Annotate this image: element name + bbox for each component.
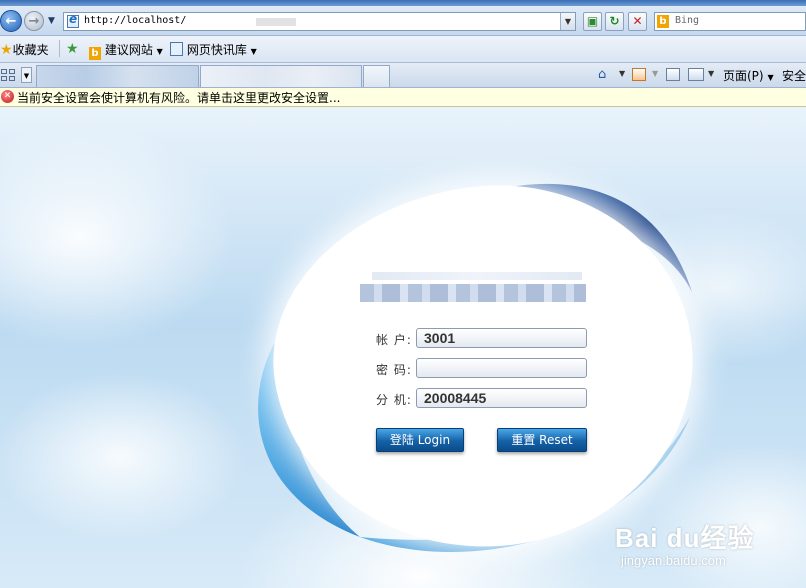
tab-active[interactable] bbox=[36, 65, 199, 87]
address-redacted bbox=[256, 18, 296, 26]
extension-label: 分 机: bbox=[376, 393, 412, 407]
suggested-sites-label: 建议网站 bbox=[104, 43, 153, 57]
bing-icon: b bbox=[89, 47, 101, 60]
mail-icon[interactable] bbox=[666, 68, 680, 81]
web-slice-label: 网页快讯库 bbox=[186, 43, 247, 57]
rss-feed-icon[interactable] bbox=[632, 68, 646, 81]
back-arrow-icon: ← bbox=[5, 13, 17, 29]
chevron-down-icon[interactable]: ▼ bbox=[708, 69, 714, 78]
chevron-down-icon: ▼ bbox=[156, 47, 163, 56]
divider bbox=[59, 40, 60, 57]
quick-tabs-icon[interactable] bbox=[0, 67, 18, 83]
ie-page-icon bbox=[67, 12, 79, 28]
password-input[interactable] bbox=[416, 358, 587, 378]
watermark-site: jingyan.baidu.com bbox=[621, 553, 726, 568]
account-input[interactable]: 3001 bbox=[416, 328, 587, 348]
page-menu-label: 页面(P) bbox=[723, 69, 764, 83]
chevron-down-icon: ▼ bbox=[23, 72, 30, 80]
address-url[interactable]: http://localhost/ bbox=[84, 15, 186, 26]
company-logo-redacted-top bbox=[372, 272, 582, 280]
stop-button[interactable]: ✕ bbox=[628, 12, 647, 31]
forward-arrow-icon: → bbox=[28, 13, 40, 29]
chevron-down-icon[interactable]: ▼ bbox=[619, 69, 625, 78]
close-icon: ✕ bbox=[632, 14, 643, 28]
company-logo-redacted bbox=[360, 284, 586, 302]
bing-icon: b bbox=[657, 15, 669, 28]
search-input[interactable]: Bing bbox=[675, 15, 699, 26]
favorites-button[interactable]: ★收藏夹 bbox=[0, 41, 49, 58]
new-tab-button[interactable] bbox=[363, 65, 390, 87]
add-favorite-button[interactable]: ★ bbox=[66, 41, 79, 57]
web-slice-gallery-button[interactable]: 网页快讯库 ▼ bbox=[170, 41, 257, 58]
safety-menu[interactable]: 安全 bbox=[782, 67, 806, 84]
watermark-brand: Bai du经验 bbox=[615, 523, 755, 553]
information-bar-text[interactable]: 当前安全设置会使计算机有风险。请单击这里更改安全设置... bbox=[17, 89, 340, 106]
security-warning-icon: ✕ bbox=[1, 90, 14, 103]
forward-button[interactable]: → bbox=[24, 11, 44, 31]
navigation-bar: ← → ▼ http://localhost/ ▼ ▣ ↻ ✕ b Bing bbox=[0, 6, 806, 36]
favorites-label: 收藏夹 bbox=[12, 43, 49, 57]
chevron-down-icon: ▼ bbox=[652, 69, 659, 78]
refresh-button[interactable]: ↻ bbox=[605, 12, 624, 31]
password-label: 密 码: bbox=[376, 363, 412, 377]
tab-list-dropdown[interactable]: ▼ bbox=[21, 67, 32, 83]
address-dropdown-icon[interactable]: ▼ bbox=[560, 13, 575, 30]
baidu-watermark: Bai du经验 jingyan.baidu.com bbox=[615, 518, 755, 568]
ie-page-icon bbox=[170, 42, 183, 56]
reset-button[interactable]: 重置 Reset bbox=[497, 428, 587, 452]
extension-input[interactable]: 20008445 bbox=[416, 388, 587, 408]
back-button[interactable]: ← bbox=[0, 10, 22, 32]
chevron-down-icon: ▼ bbox=[250, 47, 257, 56]
suggested-sites-button[interactable]: b 建议网站 ▼ bbox=[89, 41, 163, 60]
compatibility-icon: ▣ bbox=[586, 14, 599, 28]
tab-second[interactable] bbox=[200, 65, 362, 87]
star-icon: ★ bbox=[0, 42, 13, 58]
printer-icon[interactable] bbox=[688, 68, 704, 81]
history-dropdown-icon[interactable]: ▼ bbox=[48, 16, 55, 26]
tab-bar: ▼ ⌂ ▼ ▼ ▼ 页面(P) ▼ 安全 bbox=[0, 63, 806, 88]
information-bar[interactable]: ✕ 当前安全设置会使计算机有风险。请单击这里更改安全设置... bbox=[0, 88, 806, 107]
search-box[interactable]: b Bing bbox=[654, 12, 806, 31]
add-favorite-icon: ★ bbox=[66, 41, 79, 57]
account-label: 帐 户: bbox=[376, 333, 412, 347]
compatibility-view-button[interactable]: ▣ bbox=[583, 12, 602, 31]
favorites-bar: ★收藏夹 ★ b 建议网站 ▼ 网页快讯库 ▼ bbox=[0, 36, 806, 63]
home-icon[interactable]: ⌂ bbox=[598, 67, 606, 82]
address-bar[interactable]: http://localhost/ ▼ bbox=[63, 12, 576, 31]
login-button[interactable]: 登陆 Login bbox=[376, 428, 464, 452]
chevron-down-icon: ▼ bbox=[767, 73, 774, 82]
refresh-icon: ↻ bbox=[609, 14, 620, 28]
page-menu[interactable]: 页面(P) ▼ bbox=[723, 67, 774, 84]
